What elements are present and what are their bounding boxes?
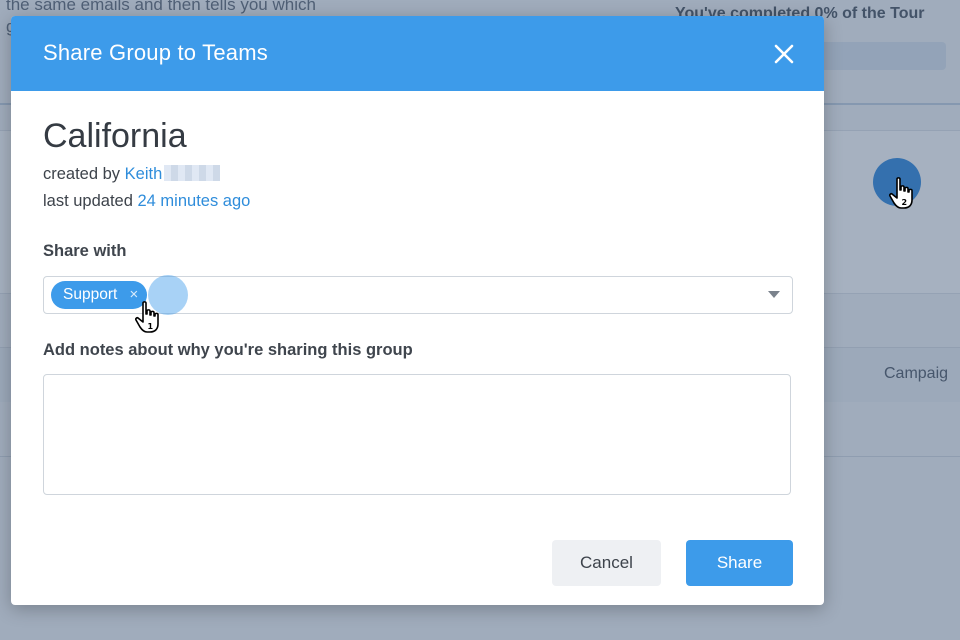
redacted-surname xyxy=(164,165,221,181)
hand-pointer-icon: 2 xyxy=(889,177,913,209)
last-updated-value: 24 minutes ago xyxy=(137,192,251,210)
cancel-button[interactable]: Cancel xyxy=(552,540,661,586)
creator-link[interactable]: Keith xyxy=(125,165,163,183)
notes-textarea[interactable] xyxy=(43,374,791,495)
hand-pointer-icon: 1 xyxy=(135,301,159,333)
close-button[interactable] xyxy=(769,39,799,69)
close-icon xyxy=(774,44,794,64)
selected-tag-support: Support × xyxy=(51,281,148,309)
last-updated-label: last updated xyxy=(43,192,133,210)
created-by-label: created by xyxy=(43,165,121,183)
share-button[interactable]: Share xyxy=(686,540,793,586)
dialog-title: Share Group to Teams xyxy=(43,40,268,65)
cursor-number: 2 xyxy=(902,198,908,207)
share-with-label: Share with xyxy=(43,242,127,260)
chevron-down-icon[interactable] xyxy=(768,291,780,298)
notes-label: Add notes about why you're sharing this … xyxy=(43,341,413,359)
created-by-line: created by Keith xyxy=(43,165,221,184)
last-updated-line: last updated 24 minutes ago xyxy=(43,192,250,211)
cursor-number: 1 xyxy=(148,322,154,331)
tag-label: Support xyxy=(63,286,118,303)
dialog-header: Share Group to Teams xyxy=(11,16,824,91)
share-group-dialog: Share Group to Teams California created … xyxy=(11,16,824,605)
group-name: California xyxy=(43,117,187,155)
